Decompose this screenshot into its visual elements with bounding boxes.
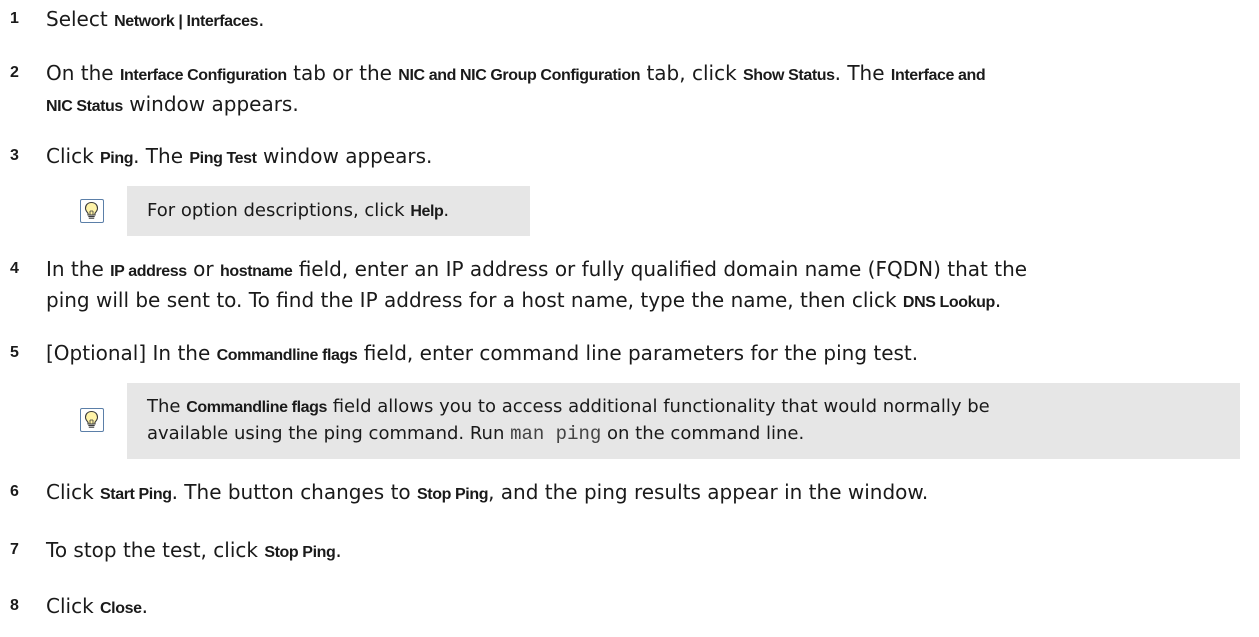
step-text: [Optional] In the Commandline flags fiel… — [46, 339, 1240, 370]
line: The Commandline flags field allows you t… — [147, 394, 990, 421]
text-run: On the — [46, 61, 120, 85]
line: ping will be sent to. To find the IP add… — [46, 286, 1240, 317]
ui-term: IP address — [110, 263, 187, 280]
tip-box: The Commandline flags field allows you t… — [127, 383, 1240, 459]
step-8: 8 Click Close. — [0, 592, 1240, 623]
ui-term: Interface Configuration — [119, 67, 287, 84]
line: On the Interface Configuration tab or th… — [46, 59, 1240, 90]
step-number: 4 — [10, 260, 19, 277]
ui-term: Commandline flags — [186, 399, 327, 416]
tip-container: For option descriptions, click Help. — [0, 186, 530, 236]
ui-term: Stop Ping — [417, 486, 489, 503]
text-run: To stop the test, click — [46, 538, 265, 562]
step-text: In the IP address or hostname field, ent… — [46, 255, 1240, 317]
text-run: . The button changes to — [171, 480, 418, 504]
step-3: 3 Click Ping. The Ping Test window appea… — [0, 142, 1240, 173]
ui-term: Stop Ping — [264, 544, 336, 561]
text-run: . — [258, 7, 265, 31]
text-run: . The — [834, 61, 891, 85]
line: available using the ping command. Run ma… — [147, 421, 990, 447]
text-run: Click — [46, 594, 101, 618]
step-text: Click Close. — [46, 592, 1240, 623]
step-number: 3 — [10, 147, 19, 164]
text-run: Select — [46, 7, 115, 31]
text-run: window appears. — [122, 92, 299, 116]
step-7: 7 To stop the test, click Stop Ping. — [0, 536, 1240, 567]
text-run: . — [994, 288, 1002, 312]
text-run: For option descriptions, click — [147, 200, 411, 221]
text-run: field, enter an IP address or fully qual… — [292, 257, 1028, 281]
step-4: 4 In the IP address or hostname field, e… — [0, 255, 1240, 317]
ui-term: Help — [410, 203, 444, 220]
text-run: Click — [46, 144, 101, 168]
ui-term: Show Status — [743, 67, 835, 84]
step-number: 6 — [10, 483, 19, 500]
text-run: available using the ping command. Run — [147, 423, 511, 444]
text-run: . — [141, 594, 148, 618]
ui-term: hostname — [219, 263, 293, 280]
text-run: on the command line. — [601, 423, 805, 444]
step-1: 1 Select Network | Interfaces. — [0, 5, 1240, 36]
text-run: or — [186, 257, 220, 281]
text-run: [Optional] In the — [46, 341, 217, 365]
ui-term: Interface and — [890, 67, 986, 84]
step-number: 5 — [10, 344, 19, 361]
lightbulb-icon — [84, 410, 99, 428]
step-number: 2 — [10, 64, 19, 81]
ui-term: Ping — [100, 150, 134, 167]
tip-container: The Commandline flags field allows you t… — [0, 383, 1240, 459]
step-text: Click Start Ping. The button changes to … — [46, 478, 1240, 509]
lightbulb-icon — [80, 199, 104, 223]
menu-path: Network | Interfaces — [114, 13, 259, 30]
text-run: . — [443, 200, 450, 221]
step-number: 7 — [10, 541, 19, 558]
lightbulb-icon — [80, 408, 104, 432]
text-run: , and the ping results appear in the win… — [488, 480, 929, 504]
tip-text: The Commandline flags field allows you t… — [147, 394, 990, 447]
inline-code: man ping — [510, 423, 602, 445]
text-run: field allows you to access additional fu… — [326, 396, 990, 417]
text-run: Click — [46, 480, 101, 504]
line: NIC Status window appears. — [46, 90, 1240, 121]
text-run: field, enter command line parameters for… — [357, 341, 919, 365]
text-run: In the — [46, 257, 111, 281]
text-run: . The — [133, 144, 190, 168]
text-run: tab, click — [640, 61, 744, 85]
step-text: To stop the test, click Stop Ping. — [46, 536, 1240, 567]
procedure: 1 Select Network | Interfaces. 2 On the … — [0, 0, 1259, 637]
step-text: On the Interface Configuration tab or th… — [46, 59, 1240, 121]
text-run: The — [147, 396, 187, 417]
ui-term: Commandline flags — [216, 347, 358, 364]
text-run: window appears. — [256, 144, 433, 168]
ui-term: Start Ping — [100, 486, 172, 503]
step-6: 6 Click Start Ping. The button changes t… — [0, 478, 1240, 509]
step-2: 2 On the Interface Configuration tab or … — [0, 59, 1240, 121]
ui-term: DNS Lookup — [902, 294, 995, 311]
text-run: ping will be sent to. To find the IP add… — [46, 288, 903, 312]
step-number: 8 — [10, 597, 19, 614]
ui-term: NIC and NIC Group Configuration — [398, 67, 641, 84]
text-run: . — [335, 538, 342, 562]
ui-term: Ping Test — [189, 150, 257, 167]
line: In the IP address or hostname field, ent… — [46, 255, 1240, 286]
ui-term: NIC Status — [46, 98, 123, 115]
step-text: Select Network | Interfaces. — [46, 5, 1240, 36]
step-number: 1 — [10, 10, 19, 27]
tip-box: For option descriptions, click Help. — [127, 186, 530, 236]
text-run: tab or the — [286, 61, 399, 85]
lightbulb-icon — [84, 201, 99, 219]
ui-term: Close — [100, 600, 142, 617]
tip-text: For option descriptions, click Help. — [147, 198, 449, 225]
step-text: Click Ping. The Ping Test window appears… — [46, 142, 1240, 173]
step-5: 5 [Optional] In the Commandline flags fi… — [0, 339, 1240, 370]
